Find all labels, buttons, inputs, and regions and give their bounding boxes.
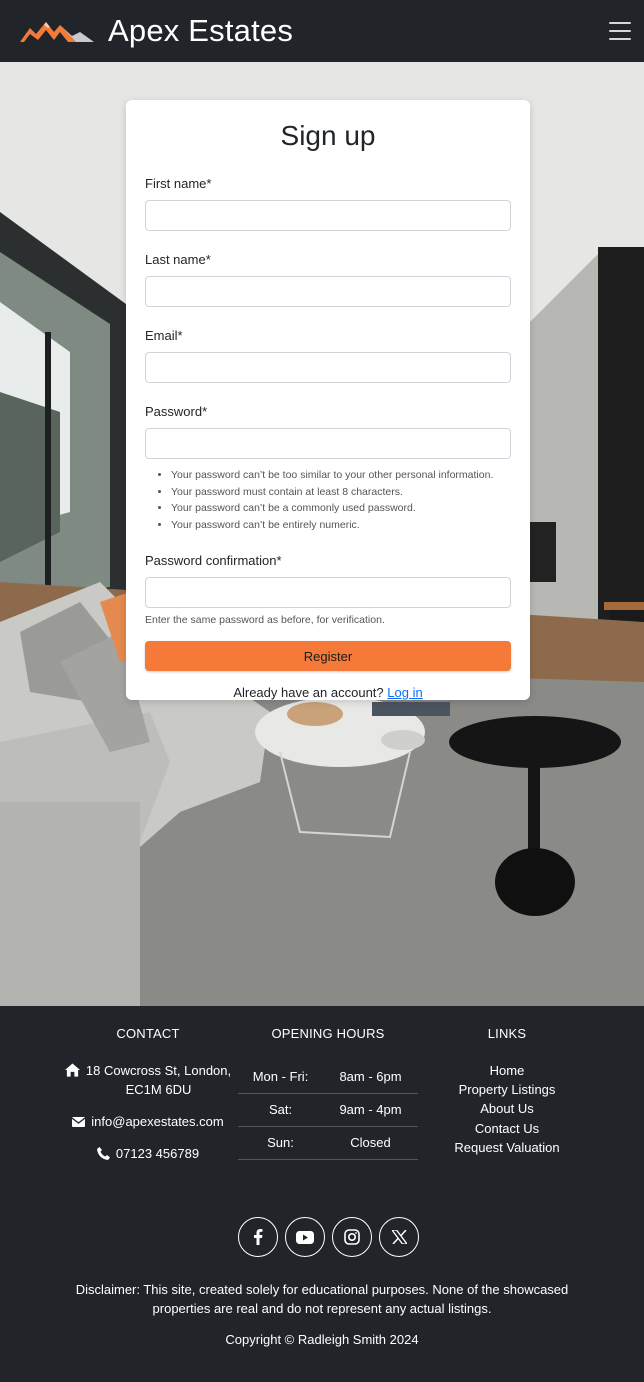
- hours-day: Mon - Fri:: [238, 1060, 324, 1094]
- first-name-field[interactable]: [145, 200, 511, 231]
- navbar: Apex Estates: [0, 0, 644, 62]
- hours-time: Closed: [323, 1126, 418, 1160]
- password-help-item: Your password can’t be entirely numeric.: [171, 517, 511, 534]
- email-label: Email*: [145, 328, 183, 343]
- password-confirm-label: Password confirmation*: [145, 553, 282, 568]
- phone-contact[interactable]: 07123 456789: [58, 1144, 238, 1163]
- phone-text: 07123 456789: [115, 1146, 200, 1161]
- instagram-icon[interactable]: [332, 1217, 372, 1257]
- footer-link-request-valuation[interactable]: Request Valuation: [440, 1138, 574, 1157]
- footer-link-about-us[interactable]: About Us: [440, 1099, 574, 1118]
- disclaimer: Disclaimer: This site, created solely fo…: [75, 1282, 569, 1316]
- brand-name: Apex Estates: [108, 13, 294, 48]
- facebook-icon[interactable]: [238, 1217, 278, 1257]
- login-prompt-row: Already have an account? Log in: [145, 685, 511, 700]
- password-confirm-help: Enter the same password as before, for v…: [145, 614, 385, 626]
- phone-icon: [96, 1147, 110, 1160]
- password-help-item: Your password must contain at least 8 ch…: [171, 484, 511, 501]
- email-text: info@apexestates.com: [91, 1114, 224, 1129]
- hours-row: Sat: 9am - 4pm: [238, 1093, 418, 1127]
- hamburger-menu-icon[interactable]: [609, 22, 631, 40]
- hours-heading: OPENING HOURS: [271, 1026, 385, 1041]
- footer-links: Home Property Listings About Us Contact …: [440, 1061, 574, 1157]
- hours-row: Mon - Fri: 8am - 6pm: [238, 1060, 418, 1094]
- register-button[interactable]: Register: [145, 641, 511, 671]
- email-field[interactable]: [145, 352, 511, 383]
- password-help-list: Your password can’t be too similar to yo…: [145, 467, 511, 533]
- envelope-icon: [72, 1117, 86, 1127]
- footer-link-contact-us[interactable]: Contact Us: [440, 1119, 574, 1138]
- hours-row: Sun: Closed: [238, 1126, 418, 1160]
- youtube-icon[interactable]: [285, 1217, 325, 1257]
- brand-link[interactable]: Apex Estates: [20, 13, 293, 49]
- contact-heading: CONTACT: [116, 1026, 180, 1041]
- hours-day: Sun:: [238, 1126, 324, 1160]
- social-links: [238, 1217, 419, 1257]
- signup-card: Sign up First name* Last name* Email* Pa…: [126, 100, 530, 700]
- hero-background: Sign up First name* Last name* Email* Pa…: [0, 62, 644, 1006]
- login-link[interactable]: Log in: [387, 685, 422, 700]
- password-confirm-field[interactable]: [145, 577, 511, 608]
- hours-time: 8am - 6pm: [323, 1060, 418, 1094]
- password-help-item: Your password can’t be a commonly used p…: [171, 500, 511, 517]
- password-help-item: Your password can’t be too similar to yo…: [171, 467, 511, 484]
- last-name-field[interactable]: [145, 276, 511, 307]
- opening-hours-table: Mon - Fri: 8am - 6pm Sat: 9am - 4pm Sun:…: [238, 1060, 418, 1160]
- login-prompt-text: Already have an account?: [233, 685, 384, 700]
- copyright: Copyright © Radleigh Smith 2024: [225, 1332, 419, 1347]
- address-line2: EC1M 6DU: [125, 1082, 192, 1097]
- address-line1: 18 Cowcross St, London,: [85, 1063, 232, 1078]
- address: 18 Cowcross St, London, EC1M 6DU: [58, 1061, 238, 1099]
- first-name-label: First name*: [145, 176, 212, 191]
- mountain-logo-icon: [20, 22, 94, 42]
- password-field[interactable]: [145, 428, 511, 459]
- links-heading: LINKS: [487, 1026, 527, 1041]
- footer-link-property-listings[interactable]: Property Listings: [440, 1080, 574, 1099]
- last-name-label: Last name*: [145, 252, 211, 267]
- password-label: Password*: [145, 404, 208, 419]
- x-twitter-icon[interactable]: [379, 1217, 419, 1257]
- hours-day: Sat:: [238, 1093, 324, 1127]
- email-contact[interactable]: info@apexestates.com: [58, 1112, 238, 1131]
- page-title: Sign up: [280, 120, 376, 151]
- home-icon: [64, 1063, 80, 1077]
- footer-link-home[interactable]: Home: [440, 1061, 574, 1080]
- hours-time: 9am - 4pm: [323, 1093, 418, 1127]
